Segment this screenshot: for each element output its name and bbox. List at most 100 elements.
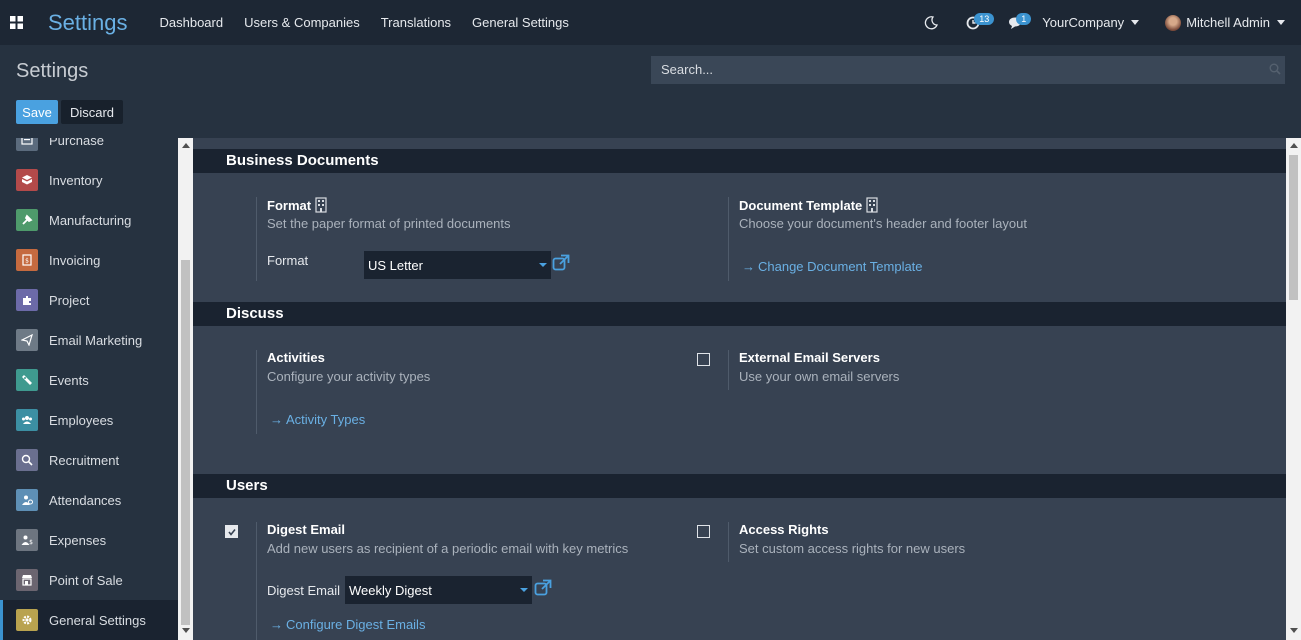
format-description: Set the paper format of printed document… [267, 216, 511, 231]
scrollbar-thumb[interactable] [1289, 155, 1298, 300]
scroll-down-arrow-icon[interactable] [182, 628, 190, 633]
external-link-icon[interactable] [534, 579, 552, 597]
digest-email-title: Digest Email [267, 522, 346, 537]
scroll-up-arrow-icon[interactable] [182, 143, 190, 148]
chevron-down-icon [539, 263, 547, 267]
sidebar-item-expenses[interactable]: $ Expenses [0, 520, 178, 560]
scroll-up-arrow-icon[interactable] [1290, 143, 1298, 148]
sidebar-item-invoicing[interactable]: $ Invoicing [0, 240, 178, 280]
apps-menu-icon[interactable] [0, 0, 32, 45]
change-document-template-link[interactable]: → Change Document Template [742, 259, 923, 274]
sidebar-item-attendances[interactable]: Attendances [0, 480, 178, 520]
sidebar-item-purchase[interactable]: Purchase [0, 138, 178, 160]
arrow-right-icon: → [742, 259, 755, 274]
navbar-right: 13 1 YourCompany Mitchell Admin [916, 0, 1301, 45]
sidebar-item-project[interactable]: Project [0, 280, 178, 320]
sidebar-item-label: Employees [49, 412, 114, 428]
building-icon [315, 197, 327, 213]
external-email-servers-checkbox[interactable] [697, 353, 710, 366]
message-count-badge: 1 [1016, 13, 1032, 25]
sidebar-scrollbar[interactable] [178, 138, 193, 640]
format-title-text: Format [267, 197, 312, 213]
paper-format-select[interactable]: US Letter [364, 251, 551, 279]
document-template-title: Document Template [739, 197, 878, 213]
setting-external-email-servers: External Email Servers Use your own emai… [728, 350, 1268, 390]
top-navbar: Settings Dashboard Users & Companies Tra… [0, 0, 1301, 45]
scroll-down-arrow-icon[interactable] [1290, 628, 1298, 633]
activity-types-label: Activity Types [286, 412, 366, 427]
sidebar-item-manufacturing[interactable]: Manufacturing [0, 200, 178, 240]
sidebar-item-general-settings[interactable]: General Settings [0, 600, 178, 640]
save-button[interactable]: Save [16, 100, 58, 124]
digest-email-field-label: Digest Email [267, 583, 340, 598]
email-marketing-icon [16, 329, 38, 351]
format-title: Format [267, 197, 327, 213]
app-brand[interactable]: Settings [48, 10, 128, 36]
access-rights-checkbox[interactable] [697, 525, 710, 538]
sidebar-item-label: Manufacturing [49, 212, 132, 228]
sidebar-item-point-of-sale[interactable]: Point of Sale [0, 560, 178, 600]
sidebar-item-inventory[interactable]: Inventory [0, 160, 178, 200]
configure-digest-emails-label: Configure Digest Emails [286, 617, 426, 632]
setting-access-rights: Access Rights Set custom access rights f… [728, 522, 1268, 562]
search-icon[interactable] [1269, 63, 1281, 75]
company-switcher[interactable]: YourCompany [1042, 15, 1140, 30]
paper-format-value: US Letter [368, 258, 423, 273]
gear-icon [16, 609, 38, 631]
access-rights-title: Access Rights [739, 522, 829, 537]
user-name: Mitchell Admin [1186, 15, 1270, 30]
discard-button[interactable]: Discard [61, 100, 123, 124]
menu-general-settings[interactable]: General Settings [472, 15, 569, 30]
sidebar-item-label: Invoicing [49, 252, 101, 268]
invoicing-icon: $ [16, 249, 38, 271]
project-icon [16, 289, 38, 311]
sidebar-item-email-marketing[interactable]: Email Marketing [0, 320, 178, 360]
recruitment-icon [16, 449, 38, 471]
search-placeholder: Search... [661, 62, 714, 77]
digest-email-checkbox[interactable] [225, 525, 238, 538]
external-link-icon[interactable] [552, 254, 570, 272]
settings-sidebar: Purchase Inventory Manufacturing $ Invoi… [0, 138, 178, 640]
sidebar-item-events[interactable]: Events [0, 360, 178, 400]
attendances-icon [16, 489, 38, 511]
sidebar-item-label: Events [49, 372, 89, 388]
access-rights-description: Set custom access rights for new users [739, 541, 966, 556]
configure-digest-emails-link[interactable]: → Configure Digest Emails [270, 617, 425, 632]
events-icon [16, 369, 38, 391]
menu-translations[interactable]: Translations [381, 15, 451, 30]
checkmark-icon [228, 529, 236, 536]
digest-email-select[interactable]: Weekly Digest [345, 576, 532, 604]
section-business-documents-title: Business Documents [193, 149, 1286, 173]
svg-text:$: $ [29, 539, 33, 546]
user-menu[interactable]: Mitchell Admin [1165, 14, 1285, 31]
activity-count-badge: 13 [974, 13, 995, 25]
sidebar-item-label: Project [49, 292, 90, 308]
control-panel: Settings Search... Save Discard [0, 45, 1301, 138]
dark-mode-icon[interactable] [916, 0, 946, 45]
scrollbar-thumb[interactable] [181, 260, 190, 625]
search-input[interactable]: Search... [651, 56, 1285, 84]
section-discuss-title: Discuss [193, 302, 1286, 326]
messages-icon[interactable]: 1 [1000, 0, 1032, 45]
chevron-down-icon [520, 588, 528, 592]
chevron-down-icon [1131, 20, 1140, 25]
sidebar-item-employees[interactable]: Employees [0, 400, 178, 440]
arrow-right-icon: → [270, 412, 283, 427]
page-title: Settings [16, 60, 89, 82]
sidebar-item-label: Recruitment [49, 452, 120, 468]
sidebar-item-label: General Settings [49, 612, 146, 628]
building-icon [866, 197, 878, 213]
point-of-sale-icon [16, 569, 38, 591]
document-template-title-text: Document Template [739, 197, 863, 213]
sidebar-item-recruitment[interactable]: Recruitment [0, 440, 178, 480]
purchase-icon [16, 138, 38, 151]
activity-clock-icon[interactable]: 13 [958, 0, 995, 45]
menu-dashboard[interactable]: Dashboard [160, 15, 224, 30]
chevron-down-icon [1277, 20, 1285, 25]
sidebar-item-label: Point of Sale [49, 572, 123, 588]
external-email-servers-title: External Email Servers [739, 350, 880, 365]
menu-users-companies[interactable]: Users & Companies [244, 15, 360, 30]
content-scrollbar[interactable] [1286, 138, 1301, 640]
activity-types-link[interactable]: → Activity Types [270, 412, 365, 427]
section-users-title: Users [193, 474, 1286, 498]
